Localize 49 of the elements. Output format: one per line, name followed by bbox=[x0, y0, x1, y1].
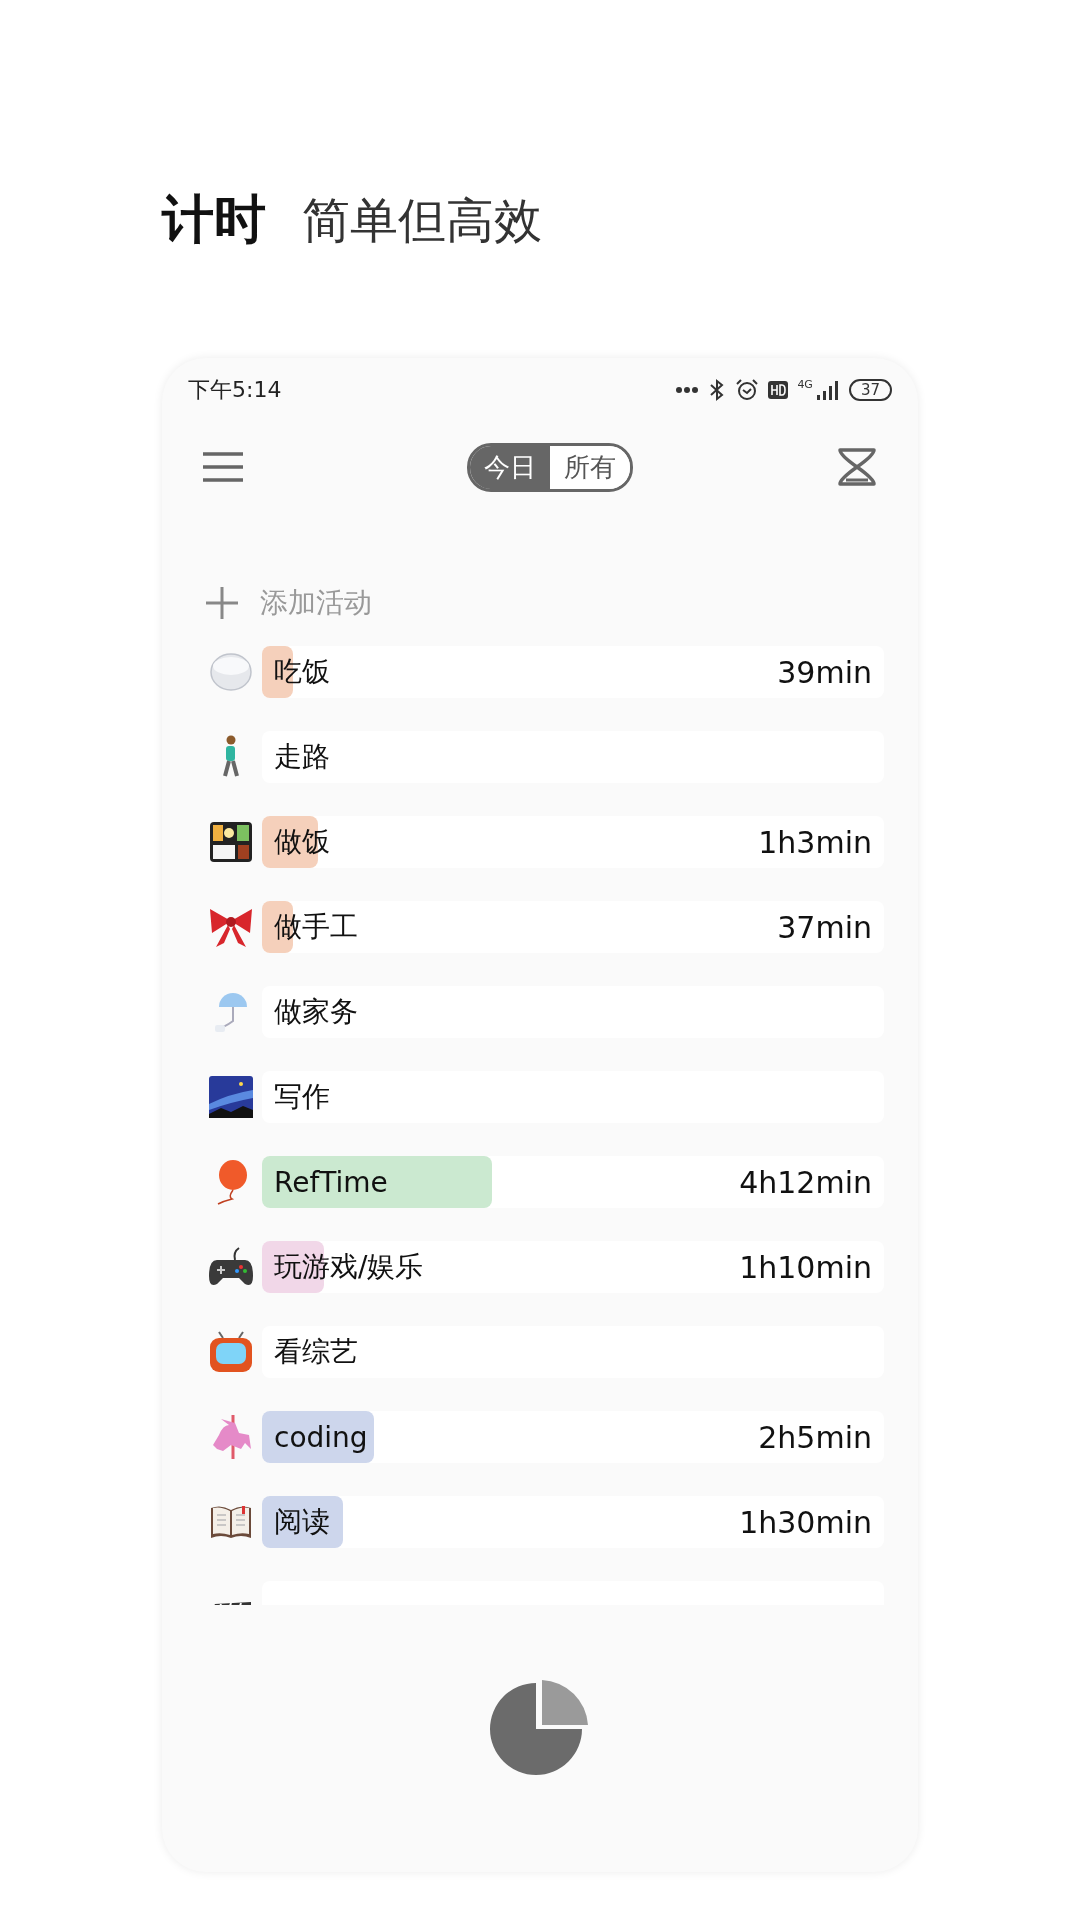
activity-time: 1h10min bbox=[739, 1249, 873, 1285]
activity-bar[interactable]: 做饭 1h3min bbox=[262, 816, 884, 868]
activity-bar[interactable]: 阅读 1h30min bbox=[262, 1496, 884, 1548]
activity-name: 走路 bbox=[273, 739, 330, 775]
headline-subtitle: 简单但高效 bbox=[302, 192, 542, 250]
hd-icon bbox=[768, 381, 789, 399]
period-tab[interactable]: 今日 bbox=[470, 445, 550, 489]
open-book-icon bbox=[209, 1504, 253, 1540]
activity-name: coding bbox=[273, 1420, 368, 1454]
activity-name: 吃饭 bbox=[273, 654, 330, 690]
activity-name: 看综艺 bbox=[273, 1334, 358, 1370]
activity-bar[interactable]: 写作 bbox=[262, 1071, 884, 1123]
night-sky-icon bbox=[209, 1076, 253, 1118]
activity-bar[interactable]: 做手工 37min bbox=[262, 901, 884, 953]
period-tab[interactable]: 所有 bbox=[550, 445, 630, 489]
activity-bar[interactable]: 吃饭 39min bbox=[262, 646, 884, 698]
activity-time: 37min bbox=[777, 909, 873, 945]
activity-name: 玩游戏/娱乐 bbox=[273, 1249, 424, 1285]
activity-time: 39min bbox=[777, 654, 873, 690]
plus-icon bbox=[204, 585, 240, 621]
network-type: 4G bbox=[797, 378, 813, 391]
signal-icon bbox=[815, 380, 840, 400]
activity-name: RefTime bbox=[273, 1165, 388, 1199]
hourglass-icon[interactable] bbox=[836, 447, 878, 487]
activity-bar[interactable]: coding 2h5min bbox=[262, 1411, 884, 1463]
battery-level: 37 bbox=[848, 379, 892, 401]
activity-name: 写作 bbox=[273, 1079, 330, 1115]
gamepad-icon bbox=[209, 1246, 253, 1288]
rice-bowl-icon bbox=[209, 652, 253, 692]
activity-name: 做饭 bbox=[273, 824, 330, 860]
activity-time: 1h3min bbox=[758, 824, 873, 860]
menu-icon[interactable] bbox=[202, 452, 244, 482]
activity-name: 做手工 bbox=[273, 909, 358, 945]
activity-time: 4h12min bbox=[739, 1164, 873, 1200]
headline-title: 计时 bbox=[162, 188, 266, 251]
activity-bar[interactable]: 走路 bbox=[262, 731, 884, 783]
activity-time: 2h5min bbox=[758, 1419, 873, 1455]
activity-name: 做家务 bbox=[273, 994, 358, 1030]
activity-name: 阅读 bbox=[273, 1504, 330, 1540]
alarm-clock-icon bbox=[735, 378, 760, 402]
activity-bar[interactable]: 看综艺 bbox=[262, 1326, 884, 1378]
activity-time: 1h30min bbox=[739, 1504, 873, 1540]
activity-bar[interactable]: 玩游戏/娱乐 1h10min bbox=[262, 1241, 884, 1293]
activity-bar[interactable]: RefTime 4h12min bbox=[262, 1156, 884, 1208]
bento-box-icon bbox=[209, 821, 253, 863]
status-time: 下午5:14 bbox=[188, 376, 282, 404]
more-dots-icon bbox=[675, 386, 700, 394]
activity-bar[interactable]: 做家务 bbox=[262, 986, 884, 1038]
tv-icon bbox=[209, 1330, 253, 1374]
